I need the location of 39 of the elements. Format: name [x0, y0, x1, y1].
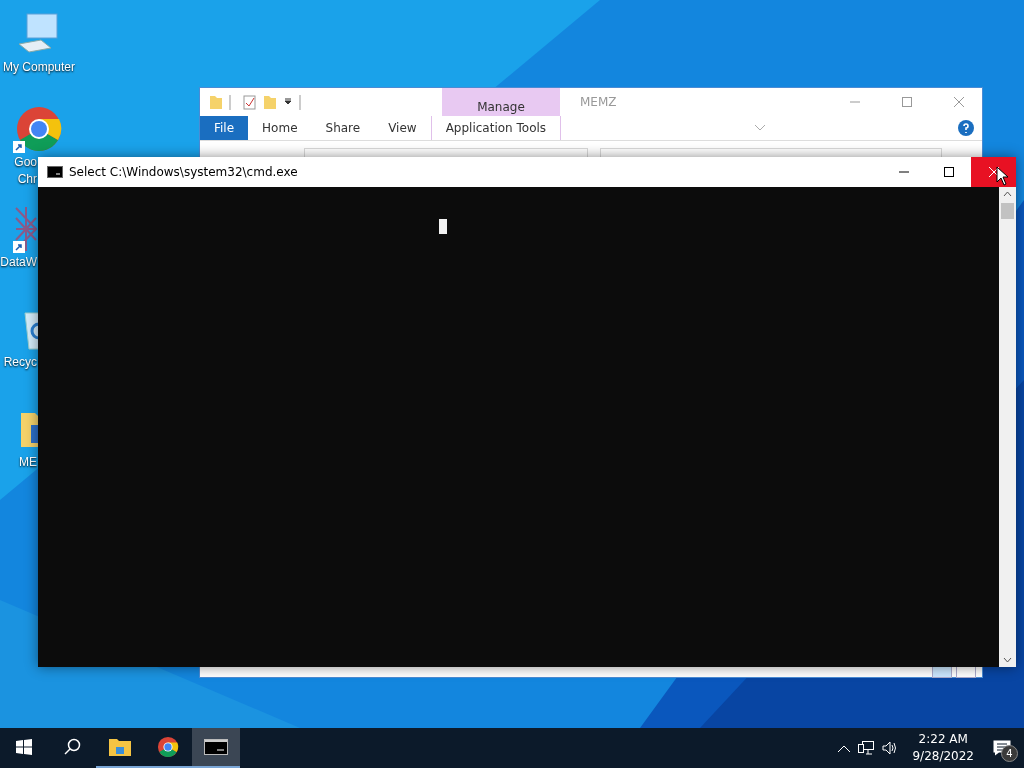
- icon-label: Chr: [16, 172, 37, 187]
- icon-label: ME: [18, 455, 37, 470]
- icon-label: My Computer: [3, 60, 75, 75]
- folder-icon[interactable]: [109, 738, 131, 756]
- windows-start-icon[interactable]: [16, 739, 32, 755]
- close-icon: [988, 167, 999, 177]
- scroll-thumb[interactable]: [1001, 203, 1014, 219]
- icon-label: DataW: [0, 255, 37, 270]
- notification-count: 4: [1001, 745, 1018, 762]
- maximize-icon: [943, 167, 954, 177]
- terminal-icon: [47, 166, 63, 178]
- chrome-icon: [15, 105, 63, 153]
- close-button[interactable]: [971, 157, 1016, 187]
- chevron-up-icon[interactable]: [838, 744, 851, 752]
- icon-label: Goo: [13, 155, 37, 170]
- scrollbar[interactable]: [999, 187, 1016, 667]
- ribbon-tab[interactable]: File: [200, 116, 249, 140]
- search-icon[interactable]: [63, 738, 81, 756]
- clock[interactable]: 2:22 AM 9/28/2022: [906, 731, 980, 765]
- terminal-icon[interactable]: [204, 739, 228, 755]
- ribbon-tab[interactable]: Home: [248, 116, 312, 140]
- ribbon-tab[interactable]: Share: [311, 116, 375, 140]
- window-title: MEMZ: [580, 95, 618, 109]
- action-center-button[interactable]: 4: [988, 734, 1016, 762]
- speaker-icon[interactable]: [882, 741, 899, 755]
- mouse-pointer-icon: [996, 166, 1009, 186]
- contextual-tab-header: Manage: [442, 88, 560, 116]
- time-text: 2:22 AM: [918, 731, 968, 748]
- ribbon-tab[interactable]: Application Tools: [430, 116, 562, 140]
- date-text: 9/28/2022: [912, 748, 974, 765]
- ribbon-tab[interactable]: View: [374, 116, 431, 140]
- network-icon[interactable]: [858, 741, 875, 755]
- icon-label: Recyc: [2, 355, 37, 370]
- maximize-icon: [902, 97, 912, 107]
- chrome-icon[interactable]: [157, 736, 179, 758]
- window-title: Select C:\Windows\system32\cmd.exe: [69, 165, 299, 179]
- close-icon: [954, 97, 964, 107]
- help-icon[interactable]: [958, 120, 974, 136]
- mesh-icon: [15, 207, 37, 251]
